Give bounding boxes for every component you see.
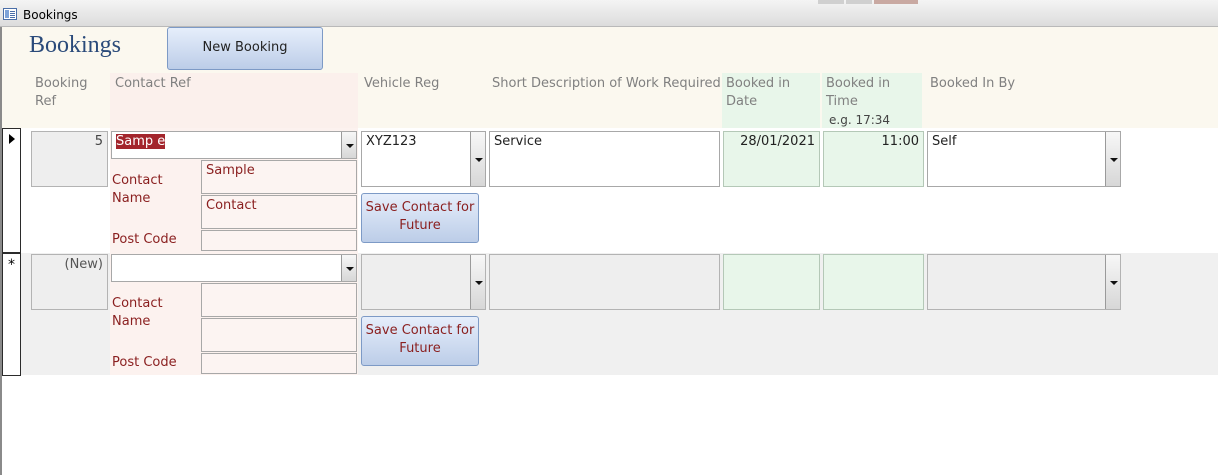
time-format-hint: e.g. 17:34 bbox=[829, 113, 891, 127]
contact-last-name-field[interactable]: Contact bbox=[201, 195, 357, 229]
header-vehicle-reg: Vehicle Reg bbox=[364, 76, 440, 91]
booked-by-combobox[interactable]: Self bbox=[927, 131, 1121, 187]
background-window-edge bbox=[846, 0, 872, 4]
save-contact-button[interactable]: Save Contact for Future bbox=[361, 193, 479, 243]
vehicle-reg-value: XYZ123 bbox=[366, 134, 417, 149]
new-record-asterisk-icon: * bbox=[8, 257, 15, 273]
post-code-field[interactable] bbox=[201, 353, 357, 374]
booked-by-combobox[interactable] bbox=[927, 254, 1121, 310]
booked-time-field[interactable] bbox=[823, 254, 924, 310]
contact-ref-value: Samp e bbox=[116, 134, 166, 149]
contact-ref-combobox[interactable] bbox=[111, 254, 357, 282]
window-titlebar: Bookings bbox=[0, 0, 1218, 27]
dropdown-arrow-icon[interactable] bbox=[470, 255, 485, 309]
header-booked-time: Booked in Time bbox=[826, 76, 891, 109]
background-window-edge bbox=[874, 0, 918, 4]
window-title: Bookings bbox=[23, 8, 78, 22]
form-icon bbox=[3, 8, 17, 20]
post-code-label: Post Code bbox=[112, 355, 177, 370]
vehicle-reg-combobox[interactable] bbox=[361, 254, 486, 310]
contact-last-name-field[interactable] bbox=[201, 318, 357, 352]
header-booking-ref: Booking Ref bbox=[35, 76, 88, 109]
header-booked-by: Booked In By bbox=[930, 76, 1016, 91]
contact-first-name-field[interactable]: Sample bbox=[201, 160, 357, 194]
work-description-field[interactable]: Service bbox=[489, 131, 720, 187]
page-title: Bookings bbox=[29, 32, 122, 58]
dropdown-arrow-icon[interactable] bbox=[470, 132, 485, 186]
vehicle-reg-combobox[interactable]: XYZ123 bbox=[361, 131, 486, 187]
dropdown-arrow-icon[interactable] bbox=[341, 255, 356, 281]
new-booking-button[interactable]: New Booking bbox=[167, 27, 323, 70]
dropdown-arrow-icon[interactable] bbox=[341, 132, 356, 158]
record-selector[interactable]: * bbox=[2, 253, 21, 376]
dropdown-arrow-icon[interactable] bbox=[1105, 132, 1120, 186]
contact-first-name-field[interactable] bbox=[201, 283, 357, 317]
booking-ref-field: 5 bbox=[31, 131, 108, 187]
save-contact-button[interactable]: Save Contact for Future bbox=[361, 316, 479, 366]
booked-date-field[interactable]: 28/01/2021 bbox=[723, 131, 820, 187]
current-record-arrow-icon bbox=[9, 134, 15, 144]
record-selector[interactable] bbox=[2, 128, 21, 253]
booked-date-field[interactable] bbox=[723, 254, 820, 310]
background-window-edge bbox=[818, 0, 844, 4]
post-code-label: Post Code bbox=[112, 232, 177, 247]
header-contact-ref: Contact Ref bbox=[115, 76, 191, 91]
dropdown-arrow-icon[interactable] bbox=[1105, 255, 1120, 309]
header-booked-date: Booked in Date bbox=[726, 76, 791, 109]
contact-name-label: Contact Name bbox=[112, 173, 163, 206]
svg-text:*: * bbox=[8, 257, 15, 273]
contact-name-label: Contact Name bbox=[112, 296, 163, 329]
booking-ref-field: (New) bbox=[31, 254, 108, 310]
booked-by-value: Self bbox=[932, 134, 957, 149]
contact-ref-combobox[interactable]: Samp e bbox=[111, 131, 357, 159]
booked-time-field[interactable]: 11:00 bbox=[823, 131, 924, 187]
work-description-field[interactable] bbox=[489, 254, 720, 310]
post-code-field[interactable] bbox=[201, 230, 357, 251]
header-work-description: Short Description of Work Required bbox=[492, 76, 721, 91]
